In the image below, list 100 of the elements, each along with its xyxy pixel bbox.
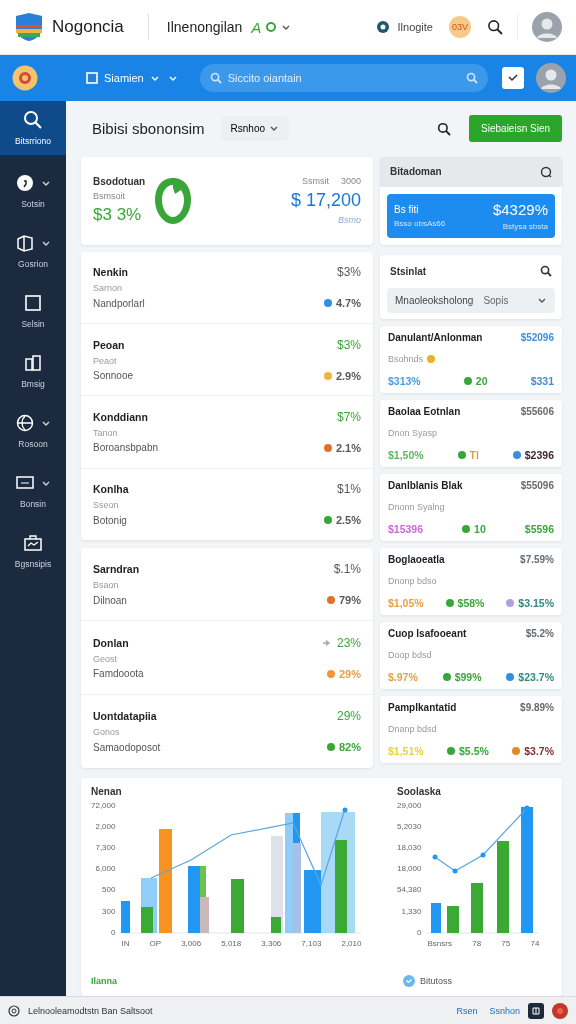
row-label: Botonig: [93, 514, 127, 526]
axis-label: 72,000: [91, 800, 116, 810]
avatar-icon[interactable]: [536, 63, 566, 93]
row-title: Donlan: [93, 636, 129, 649]
percent: 29%: [338, 667, 361, 680]
footer-link[interactable]: Rsen: [456, 1005, 478, 1016]
axis-label: 500: [102, 885, 116, 895]
value: $7%: [336, 409, 361, 424]
amount: $5.2%: [525, 627, 554, 639]
workspace-selector[interactable]: Ilnenongilan A: [166, 18, 292, 36]
search-icon[interactable]: [540, 165, 552, 178]
check-button[interactable]: [502, 67, 524, 89]
axis-label: 5,2030: [397, 821, 422, 831]
filter-dropdown[interactable]: Rsnhoo: [220, 116, 290, 142]
axis-label: 2,000: [95, 821, 116, 831]
row-subtitle: Peaot: [93, 355, 118, 366]
figure-value: $5596: [524, 522, 554, 535]
axis-label: 6,000: [95, 864, 116, 874]
card-title: Bsodotuan: [93, 176, 146, 188]
axis-label: 1,330: [401, 906, 422, 916]
card-title: Cuop lsafooeant: [388, 627, 467, 639]
sidebar-item[interactable]: Rosoon: [0, 401, 66, 461]
sidebar-item[interactable]: Bonsin: [0, 461, 66, 521]
axis-label: 5,018: [221, 938, 242, 948]
sidebar-item[interactable]: Selsin: [0, 281, 66, 341]
bar: [231, 878, 245, 933]
bar: [121, 900, 131, 933]
caption: Ssmsit: [301, 176, 329, 187]
search-icon[interactable]: [540, 265, 552, 278]
figure-value: $1,50%: [388, 448, 424, 461]
card-title: Danulant/Anlonman: [388, 331, 483, 343]
amount-note: Bsmo: [338, 215, 361, 226]
square-icon: [23, 293, 43, 313]
sidebar-item[interactable]: Bmsig: [0, 341, 66, 401]
figure-value: $58%: [457, 596, 485, 609]
logo-icon: [14, 12, 44, 42]
circle-icon: [375, 20, 390, 34]
axis-label: 0: [111, 927, 116, 937]
app-button[interactable]: [528, 1002, 544, 1019]
sidebar-item[interactable]: Bitsrriono: [0, 101, 66, 155]
row-subtitle: Gonos: [93, 727, 121, 738]
avatar-icon[interactable]: [532, 12, 562, 42]
axis-label: 2,010: [341, 938, 362, 948]
legend-toggle[interactable]: Bitutoss: [402, 975, 452, 987]
axis-label: 54,380: [397, 885, 422, 895]
page-title: Bibisi sbononsim: [92, 120, 205, 138]
footer-link[interactable]: Ssnhon: [489, 1005, 520, 1016]
card-title: Pamplkantatid: [388, 701, 457, 713]
figure-value: 10: [474, 522, 486, 535]
sidebar-item[interactable]: Bgsnsipis: [0, 521, 66, 581]
search-icon[interactable]: [437, 121, 452, 136]
row-subtitle: Tanon: [93, 427, 119, 438]
card-title: Danlblanis Blak: [388, 479, 463, 491]
footer-text: Lelnooleamodtstn Ban Saltsoot: [28, 1005, 153, 1016]
axis-label: 3,006: [181, 938, 202, 948]
axis-label: 74: [530, 938, 540, 948]
figure-value: $3.15%: [518, 596, 554, 609]
figure-value: $1,05%: [388, 596, 424, 609]
briefcase-icon: [23, 533, 43, 553]
row-label: Dilnoan: [93, 594, 127, 606]
card-subtitle: Dnon Syasp: [388, 427, 438, 438]
card-subtitle: Dnonn Syalng: [388, 501, 445, 512]
data-point: [432, 854, 438, 860]
sidebar-item[interactable]: Gosrion: [0, 221, 66, 281]
brand-name: Nogoncia: [52, 17, 124, 37]
select-field[interactable]: Mnaoleoksholong Sopis: [387, 287, 555, 313]
data-point: [452, 868, 458, 874]
row-label: Boroansbpabn: [93, 442, 159, 454]
figure-value: $3.7%: [524, 744, 554, 757]
axis-label: 78: [472, 938, 482, 948]
value: $.1%: [333, 562, 361, 577]
row-title: Nenkin: [93, 266, 128, 279]
bar: [431, 902, 442, 933]
data-point: [480, 852, 486, 858]
figure-value: $2396: [524, 448, 554, 461]
axis-label: 75: [501, 938, 511, 948]
figure-value: $.97%: [388, 670, 418, 683]
percent: 2.9%: [335, 369, 361, 382]
data-point: [524, 805, 530, 811]
record-icon[interactable]: [552, 1002, 568, 1019]
search-icon[interactable]: [487, 19, 503, 35]
card-subtitle: Dnanp bdsd: [388, 723, 437, 734]
row-subtitle: Geost: [93, 653, 118, 664]
value: 29%: [336, 709, 361, 724]
search-icon: [23, 110, 43, 130]
card-subtitle: Dnonp bdso: [388, 575, 437, 586]
globe-icon: [15, 413, 35, 433]
sidebar-item[interactable]: Sotsin: [0, 161, 66, 221]
figure-value: $5.5%: [459, 744, 489, 757]
bar: [471, 882, 484, 933]
menu-dropdown[interactable]: Siamien: [86, 72, 160, 84]
card-subtitle: Doop bdsd: [388, 649, 432, 660]
caption-value: 3000: [340, 176, 361, 187]
row-label: Nandporlarl: [93, 297, 145, 309]
data-point: [342, 807, 348, 813]
percent: 4.7%: [335, 297, 361, 310]
user-label: Ilnogite: [397, 21, 433, 33]
legend-label: Ilanna: [91, 976, 117, 986]
check-icon: [508, 74, 518, 82]
axis-label: Bsnsrs: [427, 938, 452, 948]
